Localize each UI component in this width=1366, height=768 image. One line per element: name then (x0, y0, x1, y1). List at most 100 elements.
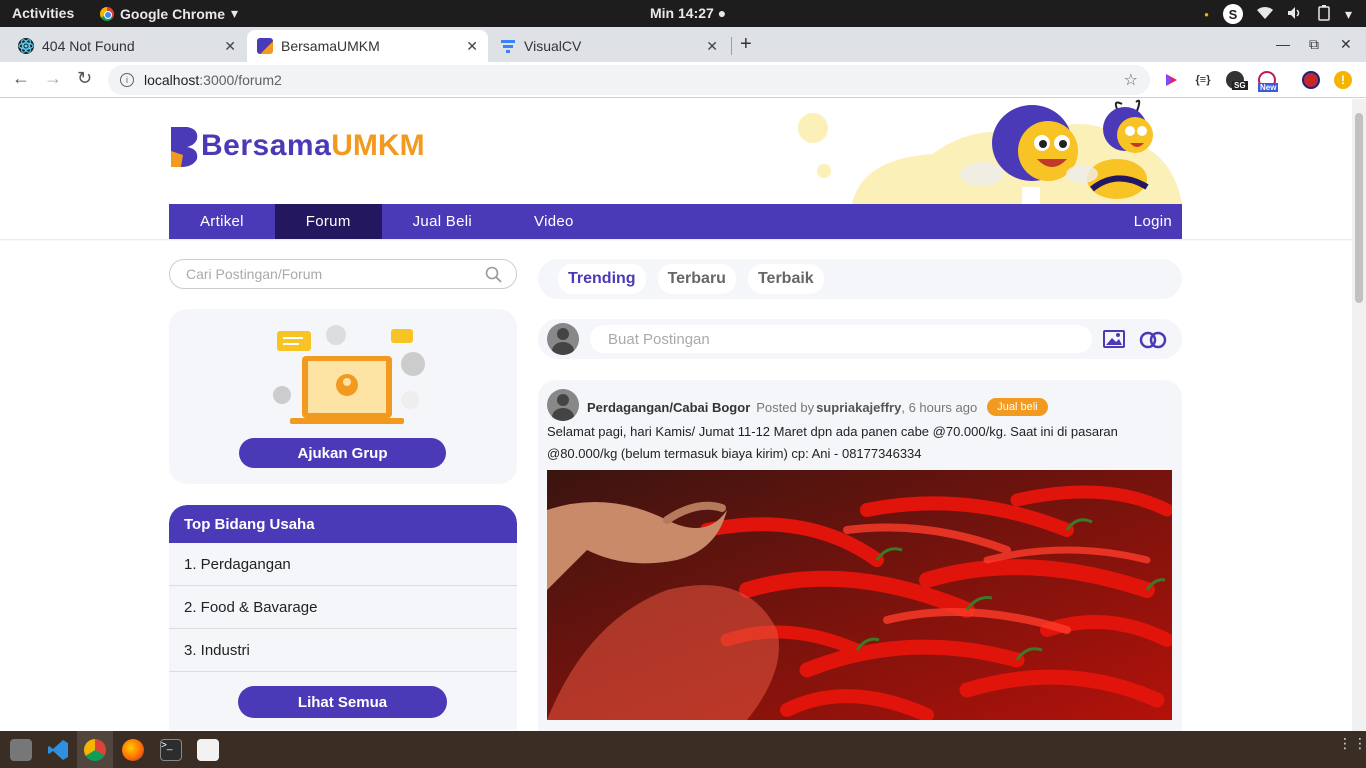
sg-badge: SG (1232, 81, 1248, 90)
post-category-badge[interactable]: Jual beli (987, 398, 1048, 416)
ajukan-grup-button[interactable]: Ajukan Grup (239, 438, 446, 468)
nav-artikel[interactable]: Artikel (169, 204, 275, 239)
forum-post-card[interactable]: Perdagangan/Cabai Bogor Posted by supria… (538, 380, 1182, 731)
list-item[interactable]: 1. Perdagangan (169, 543, 517, 586)
chevron-down-icon: ▾ (231, 5, 239, 21)
app-menu[interactable]: Google Chrome ▾ (100, 5, 238, 22)
react-icon (18, 38, 34, 54)
minimize-icon[interactable]: — (1276, 36, 1290, 52)
search-icon[interactable] (485, 266, 502, 286)
top-business-title: Top Bidang Usaha (169, 505, 517, 543)
new-badge: New (1258, 83, 1279, 92)
app-menu-label: Google Chrome (120, 5, 226, 22)
post-category[interactable]: Perdagangan/Cabai Bogor (587, 400, 750, 415)
page-scrollbar[interactable] (1352, 99, 1366, 731)
compose-placeholder: Buat Postingan (608, 330, 710, 348)
site-logo[interactable]: Bersama UMKM (169, 125, 425, 167)
json-extension-icon[interactable]: {≡} (1194, 71, 1212, 89)
clock[interactable]: Min 14:27 ● (650, 5, 726, 21)
logo-text-bersama: Bersama (201, 129, 332, 162)
close-icon[interactable]: ✕ (706, 38, 718, 55)
post-time: , 6 hours ago (901, 399, 978, 415)
profile-avatar-icon[interactable] (1302, 71, 1320, 89)
update-alert-icon[interactable]: ! (1334, 71, 1352, 89)
firefox-icon[interactable] (122, 739, 144, 761)
tab-separator (731, 37, 732, 55)
tab-title: BersamaUMKM (281, 38, 380, 54)
avatar (547, 323, 579, 355)
list-item[interactable]: 3. Industri (169, 629, 517, 672)
tab-trending[interactable]: Trending (558, 264, 646, 294)
terminal-icon[interactable]: >_ (160, 739, 182, 761)
screen-record-extension-icon[interactable]: New (1258, 71, 1279, 92)
list-item[interactable]: 2. Food & Bavarage (169, 586, 517, 629)
nav-video[interactable]: Video (503, 204, 605, 239)
text-editor-icon[interactable] (197, 739, 219, 761)
scrollbar-thumb[interactable] (1355, 113, 1363, 303)
image-upload-icon[interactable] (1103, 330, 1125, 353)
post-author[interactable]: supriakajeffry (816, 400, 901, 415)
compose-post-bar: Buat Postingan (538, 319, 1182, 359)
posted-by-label: Posted by (756, 399, 815, 415)
group-proposal-card: Ajukan Grup (169, 309, 517, 484)
login-link[interactable]: Login (1124, 204, 1182, 239)
new-tab-button[interactable]: + (740, 33, 752, 56)
close-icon[interactable]: ✕ (466, 38, 478, 55)
logo-mark-icon (169, 125, 201, 167)
system-top-bar: Activities Google Chrome ▾ Min 14:27 ● ●… (0, 0, 1366, 27)
nav-divider (0, 239, 1352, 241)
app-grid-icon[interactable]: ⋮⋮⋮ (1338, 736, 1366, 750)
post-body: Selamat pagi, hari Kamis/ Jumat 11-12 Ma… (547, 424, 1118, 461)
chrome-icon (100, 6, 114, 21)
system-tray[interactable]: ● S ▾ (1204, 4, 1352, 24)
page-viewport: Bersama UMKM Artikel Forum Jual Beli Vid… (0, 99, 1352, 731)
laptop-community-illustration-icon (273, 325, 425, 424)
search-placeholder: Cari Postingan/Forum (186, 266, 323, 282)
back-arrow-icon[interactable]: ← (12, 68, 30, 89)
nav-jual-beli[interactable]: Jual Beli (382, 204, 503, 239)
battery-icon (1317, 4, 1331, 24)
tab-terbaik[interactable]: Terbaik (747, 264, 824, 294)
info-icon[interactable]: i (120, 73, 134, 87)
site-header: Bersama UMKM (169, 99, 1182, 204)
file-manager-icon[interactable] (10, 739, 32, 761)
extension-play-icon[interactable] (1162, 71, 1180, 89)
address-bar[interactable]: i localhost:3000/forum2 ☆ (108, 65, 1150, 95)
main-navigation: Artikel Forum Jual Beli Video Login (169, 204, 1182, 239)
wifi-icon (1256, 6, 1273, 23)
bookmark-star-icon[interactable]: ☆ (1124, 70, 1138, 90)
tab-terbaru[interactable]: Terbaru (657, 264, 736, 294)
feed-tabs: Trending Terbaru Terbaik (538, 259, 1182, 299)
volume-icon (1287, 6, 1303, 23)
tab-404[interactable]: 404 Not Found ✕ (8, 30, 246, 62)
avatar[interactable] (547, 389, 579, 421)
skype-icon: S (1222, 4, 1243, 24)
reload-icon[interactable]: ↻ (77, 68, 92, 89)
browser-tab-strip: 404 Not Found ✕ BersamaUMKM ✕ VisualCV ✕… (0, 27, 1366, 62)
bersamaumkm-favicon-icon (257, 38, 273, 54)
tab-visualcv[interactable]: VisualCV ✕ (490, 30, 728, 62)
top-business-card: Top Bidang Usaha 1. Perdagangan 2. Food … (169, 505, 517, 730)
see-all-button[interactable]: Lihat Semua (238, 686, 447, 718)
post-meta: Perdagangan/Cabai Bogor Posted by supria… (587, 398, 1048, 416)
close-window-icon[interactable]: ✕ (1340, 36, 1352, 53)
chrome-icon[interactable] (84, 739, 106, 761)
vscode-icon[interactable] (47, 739, 69, 761)
visualcv-icon (500, 38, 516, 54)
nav-forum[interactable]: Forum (274, 204, 382, 239)
clock-label: Min 14:27 (650, 5, 714, 21)
compose-input[interactable]: Buat Postingan (590, 325, 1092, 353)
tab-title: VisualCV (524, 38, 582, 54)
search-input[interactable]: Cari Postingan/Forum (169, 259, 517, 289)
forward-arrow-icon[interactable]: → (44, 68, 62, 89)
taskbar-dock: >_ ⋮⋮⋮ (0, 731, 1366, 768)
browser-toolbar: ← → ↻ i localhost:3000/forum2 ☆ {≡} SG N… (0, 62, 1366, 98)
close-icon[interactable]: ✕ (224, 38, 236, 55)
restore-icon[interactable]: ⧉ (1309, 36, 1319, 53)
mascot-illustration (732, 99, 1182, 204)
globe-extension-icon[interactable]: SG (1226, 71, 1248, 90)
tab-bersamaumkm[interactable]: BersamaUMKM ✕ (247, 30, 488, 62)
post-image-chili-peppers[interactable] (547, 470, 1172, 720)
activities-button[interactable]: Activities (12, 5, 74, 21)
link-icon[interactable] (1139, 331, 1167, 354)
